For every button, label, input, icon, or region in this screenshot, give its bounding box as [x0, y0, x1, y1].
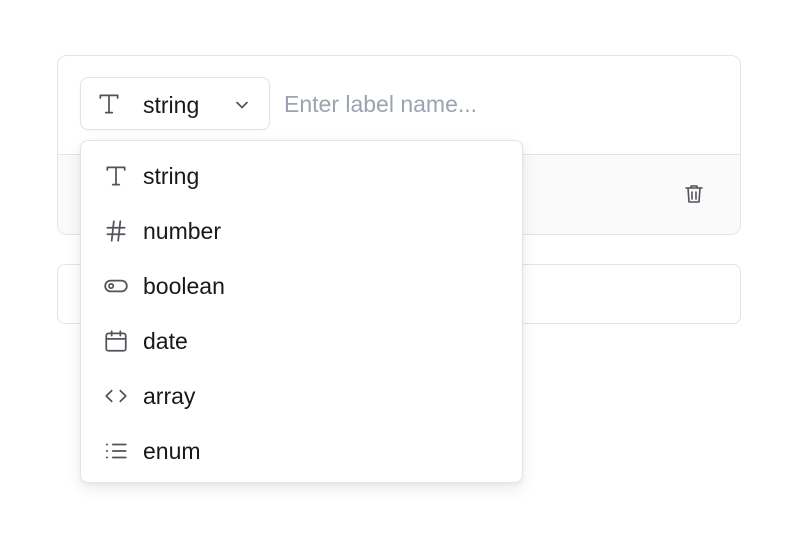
chevron-down-icon	[232, 95, 252, 115]
type-option-label: number	[143, 218, 221, 244]
type-option-number[interactable]: number	[86, 206, 517, 256]
type-option-label: date	[143, 328, 188, 354]
toggle-icon	[103, 273, 129, 299]
type-option-label: boolean	[143, 273, 225, 299]
label-editor: string Enter label name... string number…	[0, 0, 800, 553]
text-type-icon	[103, 163, 129, 189]
type-option-date[interactable]: date	[86, 316, 517, 366]
type-dropdown-menu: string number boolean date array enum	[80, 140, 523, 483]
type-option-string[interactable]: string	[86, 151, 517, 201]
label-name-input[interactable]	[284, 80, 714, 128]
trash-icon	[682, 182, 706, 206]
type-option-array[interactable]: array	[86, 371, 517, 421]
hash-icon	[103, 218, 129, 244]
delete-field-button[interactable]	[679, 179, 709, 209]
type-option-label: string	[143, 163, 200, 189]
type-select-trigger[interactable]: string	[80, 77, 270, 130]
calendar-icon	[103, 328, 129, 354]
type-option-boolean[interactable]: boolean	[86, 261, 517, 311]
code-brackets-icon	[103, 383, 129, 409]
list-icon	[103, 438, 129, 464]
type-option-label: array	[143, 383, 196, 409]
type-option-enum[interactable]: enum	[86, 426, 517, 476]
selected-type-label: string	[143, 92, 200, 118]
text-type-icon	[96, 91, 122, 117]
type-option-label: enum	[143, 438, 201, 464]
